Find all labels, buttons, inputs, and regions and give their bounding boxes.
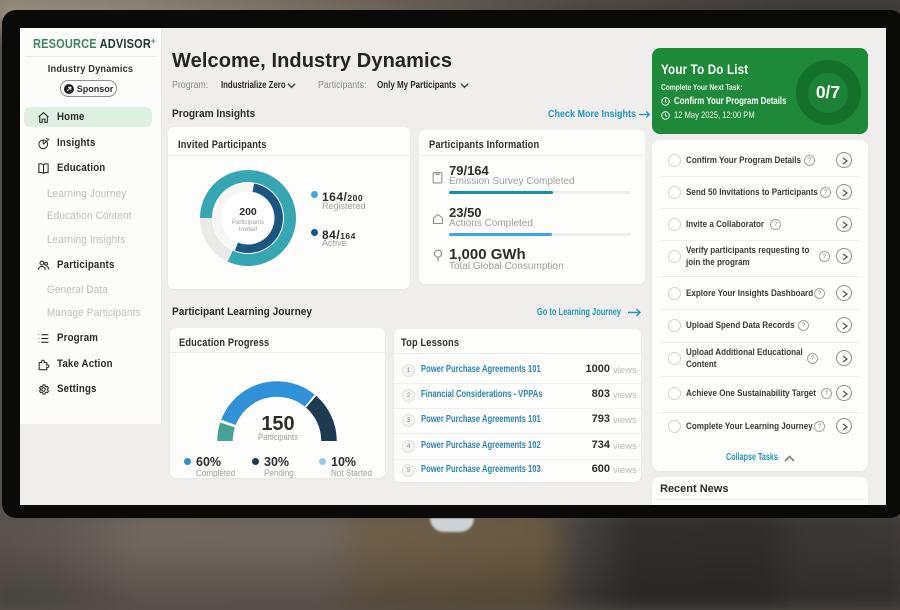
svg-text:Invited: Invited: [239, 226, 258, 233]
svg-text:Participants: Participants: [232, 219, 264, 226]
svg-text:200: 200: [239, 206, 257, 218]
